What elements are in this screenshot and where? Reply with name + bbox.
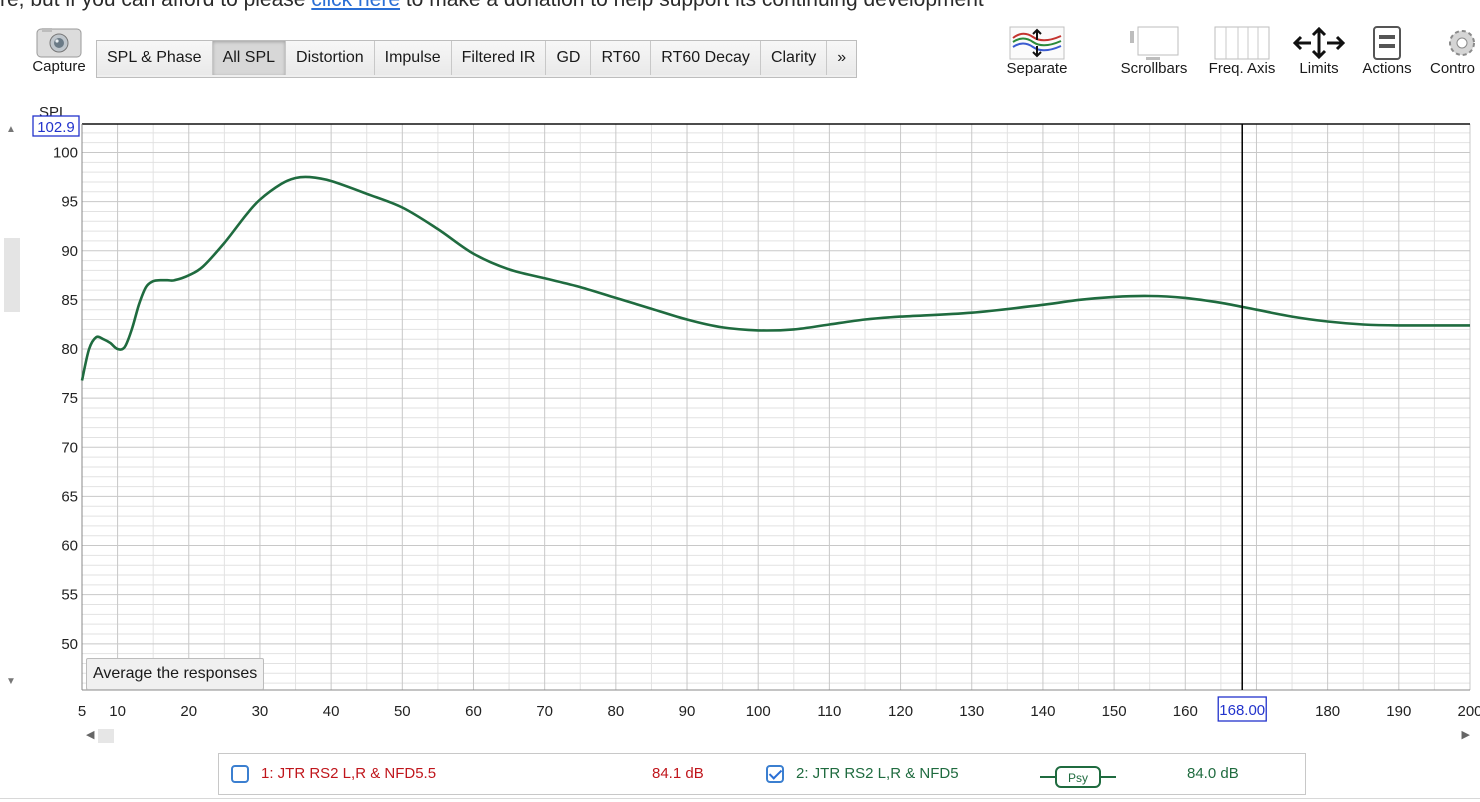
measurement-1-value: 84.1 dB [652,765,704,782]
y-tick-label: 85 [61,292,78,309]
y-max-readout-value: 102.9 [37,119,75,136]
x-tick-label: 100 [746,703,771,720]
x-tick-label: 5 [78,703,86,720]
x-tick-label: 160 [1173,703,1198,720]
x-tick-label: 120 [888,703,913,720]
x-tick-label: 50 [394,703,411,720]
y-tick-label: 60 [61,538,78,555]
x-tick-label: 80 [608,703,625,720]
y-tick-label: 75 [61,390,78,407]
x-tick-label: 70 [536,703,553,720]
scroll-down-icon[interactable]: ▼ [6,676,16,687]
cursor-readout-value: 168.00 [1219,702,1265,719]
x-tick-label: 20 [180,703,197,720]
y-tick-label: 65 [61,488,78,505]
x-tick-label: 40 [323,703,340,720]
minor-grid [82,124,1470,690]
x-tick-label: 150 [1102,703,1127,720]
frequency-cursor[interactable]: 168.00 [1217,124,1267,722]
scroll-left-icon[interactable]: ◀ [86,728,94,741]
measurement-1-checkbox[interactable] [231,765,249,783]
x-tick-label: 180 [1315,703,1340,720]
scroll-right-icon[interactable]: ▶ [1462,728,1470,741]
y-tick-label: 55 [61,587,78,604]
y-tick-label: 100 [53,144,78,161]
y-tick-label: 80 [61,341,78,358]
y-max-readout[interactable]: 102.9 [32,115,80,137]
x-tick-label: 140 [1030,703,1055,720]
x-tick-label: 10 [109,703,126,720]
x-tick-label: 130 [959,703,984,720]
y-tick-label: 95 [61,194,78,211]
measurement-legend: 1: JTR RS2 L,R & NFD5.5 84.1 dB 2: JTR R… [218,753,1306,795]
measurement-2-checkbox[interactable] [766,765,784,783]
psy-badge-text: Psy [1068,771,1088,785]
measurement-2-label[interactable]: 2: JTR RS2 L,R & NFD5 [796,754,959,794]
psy-smoothing-badge[interactable]: Psy [1040,765,1116,789]
measurement-2-value: 84.0 dB [1187,765,1239,782]
x-axis: 5 10 20 30 40 50 60 70 80 90 100 110 120 130 140 150 160… [78,703,1480,720]
y-tick-label: 50 [61,636,78,653]
x-tick-label: 200 [1457,703,1480,720]
x-tick-label: 190 [1386,703,1411,720]
plot-frame [81,123,1470,691]
vertical-scrollbar[interactable]: ▲ ▼ [4,124,20,690]
average-responses-button[interactable]: Average the responses [86,658,265,690]
x-tick-label: 30 [252,703,269,720]
y-tick-label: 70 [61,439,78,456]
y-axis: 100 95 90 85 80 75 70 65 60 55 50 [53,144,78,652]
horizontal-scroll-thumb[interactable] [98,729,114,743]
x-tick-label: 110 [817,703,841,720]
y-tick-label: 90 [61,243,78,260]
status-divider [0,798,1480,799]
spl-trace [80,175,1470,381]
x-tick-label: 60 [465,703,482,720]
vertical-scroll-thumb[interactable] [4,238,20,312]
x-tick-label: 90 [679,703,696,720]
horizontal-scrollbar[interactable]: ◀ ▶ [84,726,1474,746]
scroll-up-icon[interactable]: ▲ [6,124,16,135]
measurement-1-label[interactable]: 1: JTR RS2 L,R & NFD5.5 [261,754,436,794]
major-grid [81,124,1471,690]
